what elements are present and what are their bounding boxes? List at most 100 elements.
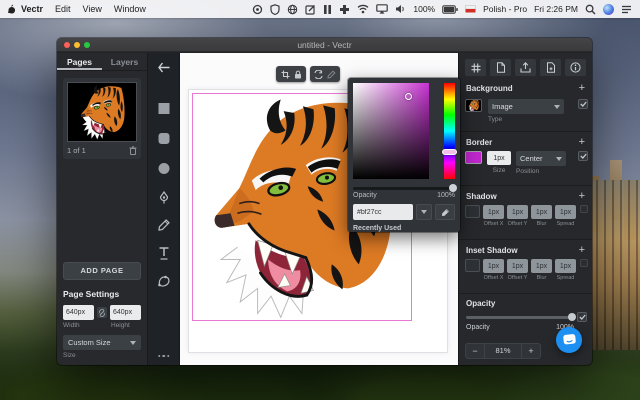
opacity-slider-handle[interactable] [568, 313, 576, 321]
chevron-down-icon [130, 340, 136, 345]
siri-icon[interactable] [603, 3, 614, 15]
grid-icon[interactable] [465, 59, 486, 76]
background-enabled-checkbox[interactable] [578, 99, 588, 109]
title-bar[interactable]: untitled - Vectr [57, 38, 592, 52]
tab-pages[interactable]: Pages [57, 53, 102, 70]
hue-slider-handle[interactable] [442, 149, 457, 155]
inset-offset-x-input[interactable] [483, 259, 504, 273]
selection-toolbar [276, 66, 340, 82]
add-inset-shadow-button[interactable]: + [579, 245, 585, 256]
battery-icon [442, 4, 458, 14]
picker-opacity-slider[interactable] [353, 187, 455, 190]
plus-icon[interactable] [339, 4, 350, 15]
menu-window[interactable]: Window [114, 4, 146, 14]
saturation-field[interactable] [353, 83, 429, 179]
shield-icon[interactable] [270, 3, 280, 15]
add-page-button[interactable]: ADD PAGE [63, 262, 141, 280]
tab-layers[interactable]: Layers [102, 53, 147, 70]
picker-opacity-handle[interactable] [449, 184, 457, 192]
menu-clock[interactable]: Fri 2:26 PM [534, 4, 578, 14]
shadow-blur-input[interactable] [531, 205, 552, 219]
apple-menu-icon[interactable] [8, 4, 17, 15]
import-icon[interactable] [540, 59, 561, 76]
inset-spread-label: Spread [556, 275, 575, 281]
more-tools-icon[interactable] [157, 354, 170, 357]
ellipse-tool[interactable] [158, 163, 169, 174]
lock-icon[interactable] [294, 70, 302, 79]
shadow-offset-x-input[interactable] [483, 205, 504, 219]
duplicate-icon[interactable] [490, 59, 511, 76]
app-swirl-icon[interactable] [252, 4, 263, 15]
shadow-offset-y-input[interactable] [507, 205, 528, 219]
inset-shadow-color-swatch[interactable] [465, 259, 480, 272]
export-icon[interactable] [515, 59, 536, 76]
picker-opacity-value: 100% [437, 192, 455, 199]
shadow-title: Shadow [466, 191, 497, 201]
input-flag-icon[interactable] [465, 5, 476, 13]
zoom-out-button[interactable]: − [466, 346, 484, 356]
compose-icon[interactable] [305, 4, 316, 15]
shadow-spread-input[interactable] [555, 205, 576, 219]
border-color-swatch[interactable] [465, 151, 482, 164]
saturation-handle[interactable] [405, 93, 412, 100]
hue-slider[interactable] [444, 83, 455, 179]
vectr-window: untitled - Vectr Pages Layers 1 of 1 ADD… [57, 38, 592, 365]
rectangle-tool[interactable] [158, 103, 169, 114]
crop-icon[interactable] [281, 70, 290, 79]
inset-shadow-enabled-checkbox[interactable] [580, 259, 588, 267]
rounded-rectangle-tool[interactable] [158, 133, 169, 144]
spotlight-icon[interactable] [585, 4, 596, 15]
volume-icon[interactable] [395, 4, 406, 14]
menu-edit[interactable]: Edit [55, 4, 71, 14]
border-enabled-checkbox[interactable] [578, 151, 588, 161]
pen-tool[interactable] [157, 191, 170, 204]
background-type-dropdown[interactable]: Image [488, 99, 564, 114]
add-shadow-button[interactable]: + [579, 191, 585, 202]
wifi-icon[interactable] [357, 4, 369, 14]
page-indicator: 1 of 1 [67, 146, 86, 155]
eyedropper-button[interactable] [435, 204, 455, 220]
inset-blur-input[interactable] [531, 259, 552, 273]
inset-offset-y-input[interactable] [507, 259, 528, 273]
opacity-slider[interactable] [466, 316, 574, 319]
back-arrow-icon[interactable] [157, 62, 170, 73]
text-tool[interactable] [158, 247, 169, 260]
delete-page-icon[interactable] [129, 146, 137, 155]
shape-tool[interactable] [157, 275, 170, 287]
add-background-button[interactable]: + [579, 83, 585, 94]
opacity-enabled-checkbox[interactable] [577, 312, 587, 322]
page-size-dropdown[interactable]: Custom Size [63, 335, 141, 350]
shadow-enabled-checkbox[interactable] [580, 205, 588, 213]
shadow-color-swatch[interactable] [465, 205, 480, 218]
globe-icon[interactable] [287, 4, 298, 15]
menu-view[interactable]: View [83, 4, 102, 14]
menu-app-name[interactable]: Vectr [21, 4, 43, 14]
page-thumbnail[interactable] [67, 82, 137, 142]
inset-spread-input[interactable] [555, 259, 576, 273]
edit-image-icon[interactable] [327, 69, 336, 79]
background-title: Background [466, 83, 513, 93]
border-position-dropdown[interactable]: Center [516, 151, 566, 166]
info-icon[interactable] [565, 59, 586, 76]
color-format-dropdown[interactable] [416, 204, 432, 220]
border-row: Size Center Position [465, 151, 588, 175]
inset-blur-label: Blur [536, 275, 547, 281]
replace-image-icon[interactable] [314, 69, 323, 79]
pencil-tool[interactable] [157, 219, 170, 231]
airplay-icon[interactable] [376, 4, 389, 14]
border-size-label: Size [492, 167, 506, 174]
zoom-in-button[interactable]: + [522, 346, 540, 356]
background-image-swatch[interactable] [465, 99, 482, 112]
add-border-button[interactable]: + [579, 137, 585, 148]
columns-icon[interactable] [323, 4, 332, 15]
link-dimensions-icon[interactable] [97, 307, 107, 318]
page-thumbnail-card[interactable]: 1 of 1 [63, 78, 141, 159]
chat-support-button[interactable] [556, 327, 582, 353]
page-height-input[interactable] [110, 305, 141, 320]
hex-color-input[interactable] [353, 204, 413, 220]
page-width-input[interactable] [63, 305, 94, 320]
page-settings-title: Page Settings [63, 289, 120, 299]
input-source-label[interactable]: Polish - Pro [483, 4, 527, 14]
border-size-input[interactable] [487, 151, 511, 165]
notification-center-icon[interactable] [621, 5, 632, 14]
